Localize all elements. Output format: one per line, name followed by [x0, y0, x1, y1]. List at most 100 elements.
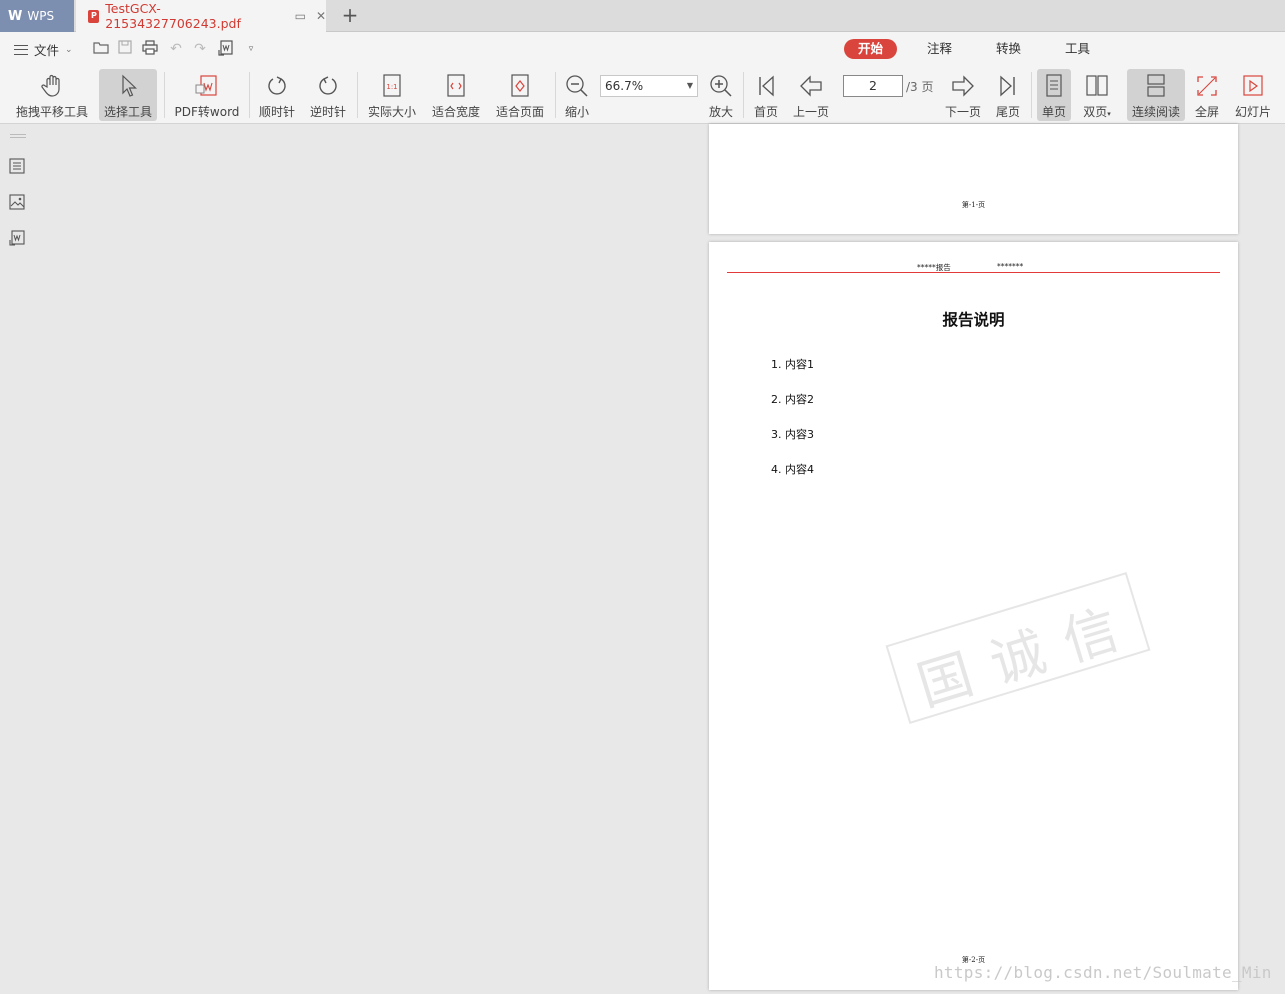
save-icon[interactable] — [116, 40, 134, 58]
ribbon-tabs: 开始 注释 转换 工具 — [844, 39, 1110, 59]
left-sidebar — [0, 124, 36, 994]
next-page-label: 下一页 — [944, 105, 981, 119]
pdf-page-1: 第-1-页 — [709, 124, 1238, 234]
toolbar-separator — [357, 72, 358, 118]
document-title: 报告说明 — [942, 311, 1005, 329]
file-menu-label: 文件 — [34, 43, 60, 58]
actual-size-button[interactable]: 1:1 实际大小 — [364, 69, 420, 121]
pdf-to-word-icon — [195, 75, 217, 96]
last-page-label: 尾页 — [995, 105, 1020, 119]
fit-width-label: 适合宽度 — [431, 105, 480, 119]
prev-page-button[interactable]: 上一页 — [790, 69, 832, 121]
header-rule — [727, 272, 1220, 273]
list-item: 1. 内容1 — [771, 358, 814, 371]
slideshow-button[interactable]: 幻灯片 — [1232, 69, 1274, 121]
pin-window-icon[interactable]: ▭ — [295, 9, 306, 23]
pan-tool-label: 拖拽平移工具 — [15, 105, 88, 119]
page-number-input[interactable]: 2 — [843, 75, 903, 97]
rotate-clockwise-icon — [268, 76, 286, 95]
rotate-counterclockwise-label: 逆时针 — [309, 105, 346, 119]
fullscreen-icon — [1197, 76, 1217, 96]
dropdown-arrow-icon: ▼ — [686, 81, 693, 90]
sidebar-grip-icon[interactable] — [10, 134, 26, 138]
cursor-arrow-icon — [122, 74, 137, 97]
last-page-button[interactable]: 尾页 — [991, 69, 1025, 121]
select-tool-button[interactable]: 选择工具 — [99, 69, 157, 121]
arrow-left-icon — [800, 75, 822, 97]
menu-bar: 文件 ⌄ ↶ ↷ ▿ 开始 注释 转换 工具 — [0, 32, 1285, 66]
redo-icon[interactable]: ↷ — [191, 40, 209, 58]
toolbar-separator — [164, 72, 165, 118]
zoom-level-select[interactable]: 66.7% ▼ — [600, 75, 698, 97]
pdf-convert-sidebar-icon[interactable] — [9, 230, 25, 246]
wps-home-tab[interactable]: W WPS — [0, 0, 74, 32]
new-tab-button[interactable]: + — [338, 4, 362, 28]
document-tab-title: TestGCX-21534327706243.pdf — [105, 1, 241, 31]
chevron-down-icon: ⌄ — [65, 44, 73, 55]
continuous-reading-button[interactable]: 连续阅读 — [1127, 69, 1185, 121]
select-tool-label: 选择工具 — [103, 105, 152, 119]
tab-tools[interactable]: 工具 — [1051, 39, 1104, 59]
double-page-icon — [1086, 75, 1108, 96]
fit-width-button[interactable]: 适合宽度 — [428, 69, 484, 121]
first-page-button[interactable]: 首页 — [749, 69, 783, 121]
slideshow-icon — [1243, 75, 1263, 96]
undo-icon[interactable]: ↶ — [167, 40, 185, 58]
single-page-icon — [1046, 74, 1062, 97]
toolbar-separator — [555, 72, 556, 118]
list-item: 3. 内容3 — [771, 428, 814, 441]
zoom-level-value: 66.7% — [605, 79, 644, 93]
page-footer: 第-1-页 — [961, 201, 986, 209]
tab-start[interactable]: 开始 — [844, 39, 898, 59]
rotate-clockwise-label: 顺时针 — [258, 105, 295, 119]
page-header-right: ******* — [997, 262, 1024, 271]
pdf-file-icon — [88, 9, 100, 23]
hamburger-icon — [14, 44, 28, 55]
document-tab[interactable]: TestGCX-21534327706243.pdf ▭ ✕ — [76, 0, 326, 32]
next-page-button[interactable]: 下一页 — [942, 69, 984, 121]
fit-page-label: 适合页面 — [495, 105, 544, 119]
arrow-right-icon — [952, 75, 974, 97]
double-page-label: 双页▾ — [1083, 105, 1111, 119]
file-menu-button[interactable]: 文件 ⌄ — [14, 40, 73, 59]
zoom-out-button[interactable]: 缩小 — [561, 69, 593, 121]
rotate-counterclockwise-button[interactable]: 逆时针 — [306, 69, 350, 121]
single-page-label: 单页 — [1041, 105, 1066, 119]
pdf-page-2: *****报告 ******* 报告说明 1. 内容1 2. 内容2 3. 内容… — [709, 242, 1238, 990]
pdf-to-word-button[interactable]: PDF转word — [172, 69, 242, 121]
print-icon[interactable] — [141, 40, 159, 58]
list-item: 4. 内容4 — [771, 463, 814, 476]
pdf-to-word-label: PDF转word — [174, 105, 240, 119]
stamp-text: 国诚信 — [910, 591, 1147, 719]
tab-convert[interactable]: 转换 — [982, 39, 1035, 59]
close-tab-icon[interactable]: ✕ — [316, 9, 326, 23]
toolbar-separator — [1031, 72, 1032, 118]
zoom-out-icon — [566, 75, 588, 97]
fit-width-icon — [447, 74, 465, 97]
double-page-button[interactable]: 双页▾ — [1077, 69, 1117, 121]
continuous-reading-label: 连续阅读 — [1131, 105, 1180, 119]
open-folder-icon[interactable] — [92, 40, 110, 58]
thumbnail-image-icon[interactable] — [9, 194, 25, 210]
svg-text:1:1: 1:1 — [386, 83, 397, 91]
rotate-clockwise-button[interactable]: 顺时针 — [255, 69, 299, 121]
first-page-icon — [759, 75, 774, 97]
hand-icon — [41, 74, 60, 97]
tab-annotate[interactable]: 注释 — [913, 39, 966, 59]
outline-list-icon[interactable] — [9, 158, 25, 174]
fullscreen-button[interactable]: 全屏 — [1190, 69, 1224, 121]
first-page-label: 首页 — [753, 105, 778, 119]
tab-bar: W WPS TestGCX-21534327706243.pdf ▭ ✕ + — [0, 0, 1285, 32]
single-page-button[interactable]: 单页 — [1037, 69, 1071, 121]
wps-tab-label: WPS — [27, 9, 55, 23]
toolbar: 拖拽平移工具 选择工具 PDF转word 顺时针 逆时针 1:1 实际大小 适合… — [0, 66, 1285, 124]
blog-watermark: https://blog.csdn.net/Soulmate_Min — [934, 963, 1272, 982]
fit-page-button[interactable]: 适合页面 — [492, 69, 548, 121]
stamp-watermark: 国诚信 — [885, 571, 1151, 725]
pdf-convert-icon[interactable] — [217, 40, 235, 58]
customize-dropdown-icon[interactable]: ▿ — [242, 40, 260, 58]
list-item: 2. 内容2 — [771, 393, 814, 406]
pan-tool-button[interactable]: 拖拽平移工具 — [12, 69, 92, 121]
zoom-in-button[interactable]: 放大 — [705, 69, 737, 121]
zoom-in-label: 放大 — [708, 105, 733, 119]
